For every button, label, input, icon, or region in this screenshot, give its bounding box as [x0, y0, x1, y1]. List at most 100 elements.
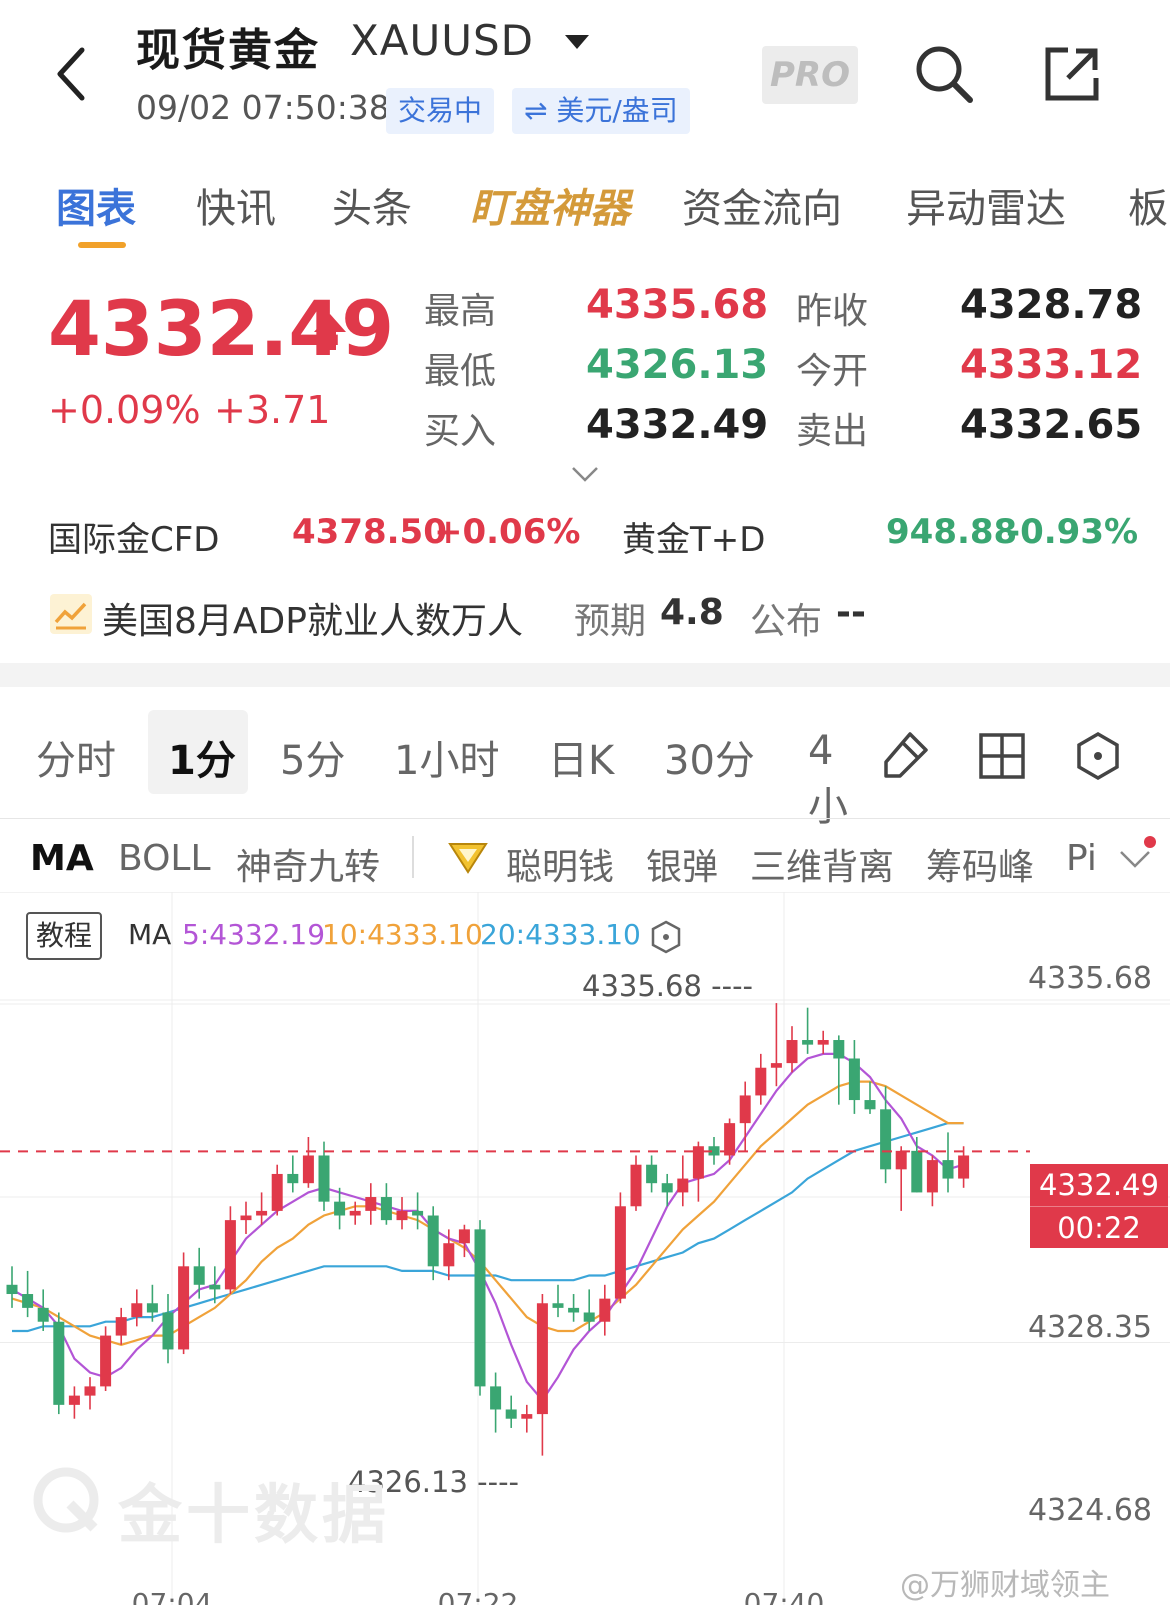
tab-watch-tool[interactable]: 盯盘神器: [470, 176, 630, 234]
period-tab-day[interactable]: 日K: [548, 728, 614, 786]
search-icon[interactable]: [912, 42, 976, 106]
notification-dot: [1144, 836, 1156, 848]
settings-hexagon-icon[interactable]: [1072, 730, 1124, 782]
candle-body: [490, 1386, 502, 1410]
pro-button[interactable]: PRO: [762, 46, 858, 104]
candle-body: [256, 1210, 268, 1216]
candle-body: [37, 1307, 49, 1322]
jin10-watermark: 金十数据: [118, 1479, 390, 1553]
indicator-chip-peak[interactable]: 筹码峰: [926, 838, 1034, 890]
last-price-tag: 4332.49 00:22: [1030, 1164, 1168, 1248]
unit-toggle-badge[interactable]: ⇌ 美元/盎司: [512, 88, 690, 134]
draw-tool-icon[interactable]: [880, 730, 932, 782]
candle-body: [162, 1312, 174, 1350]
candle-body: [193, 1266, 205, 1285]
cfd-price: 4378.50: [292, 512, 447, 552]
candle-body: [209, 1284, 221, 1290]
ma5-line: [11, 1052, 964, 1403]
candle-body: [568, 1307, 580, 1313]
x-axis-tick-label: 07:22: [438, 1587, 519, 1605]
last-price-tag-value: 4332.49: [1039, 1168, 1159, 1202]
candle-body: [614, 1206, 626, 1299]
candle-countdown: 00:22: [1030, 1206, 1168, 1249]
prev-close-value: 4328.78: [960, 282, 1143, 328]
tab-anomaly-radar[interactable]: 异动雷达: [906, 176, 1066, 234]
candle-body: [739, 1095, 751, 1124]
indicator-ma[interactable]: MA: [30, 838, 94, 879]
active-tab-indicator: [78, 242, 126, 248]
trend-chart-icon: [50, 594, 92, 634]
period-tab-30m[interactable]: 30分: [664, 728, 755, 786]
change-amount: +3.71: [214, 388, 331, 432]
econ-event-title[interactable]: 美国8月ADP就业人数万人: [102, 592, 523, 644]
publish-label: 公布: [750, 601, 823, 642]
period-tab-timeshare[interactable]: 分时: [36, 728, 116, 786]
candle-body: [427, 1215, 439, 1267]
high-value: 4335.68: [586, 282, 769, 328]
tab-flash-news[interactable]: 快讯: [196, 176, 276, 234]
candle-body: [100, 1335, 112, 1387]
ma-legend-label: MA: [128, 918, 172, 951]
period-tab-1h[interactable]: 1小时: [394, 728, 499, 786]
forecast-value: 4.8: [660, 592, 724, 633]
candle-body: [224, 1220, 236, 1290]
candle-body: [646, 1164, 658, 1184]
smart-money-icon: [448, 843, 488, 874]
candle-body: [146, 1303, 158, 1313]
candle-body: [536, 1303, 548, 1415]
indicator-magic-nine[interactable]: 神奇九转: [236, 838, 380, 890]
indicator-silver-bullet[interactable]: 银弹: [646, 838, 718, 890]
candle-body: [864, 1100, 876, 1110]
indicator-3d-divergence[interactable]: 三维背离: [750, 838, 894, 890]
arrow-up-icon: [314, 314, 346, 350]
candle-body: [474, 1229, 486, 1387]
low-label: 最低: [424, 351, 497, 392]
chevron-down-icon[interactable]: [570, 464, 600, 484]
candle-body: [911, 1150, 923, 1193]
candle-body: [84, 1386, 96, 1396]
back-icon[interactable]: [48, 44, 98, 104]
caret-down-icon[interactable]: [564, 34, 590, 50]
candle-body: [318, 1155, 330, 1202]
candle-body: [412, 1210, 424, 1216]
indicator-smart-money[interactable]: 聪明钱: [506, 838, 614, 890]
high-label: 最高: [424, 291, 497, 332]
y-axis-tick-label: 4324.68: [1028, 1493, 1152, 1528]
candle-body: [521, 1414, 533, 1419]
candle-body: [240, 1215, 252, 1221]
forecast-label: 预期: [574, 601, 647, 642]
prev-close-label: 昨收: [796, 291, 869, 332]
tab-headlines[interactable]: 头条: [332, 176, 412, 234]
candle-body: [552, 1303, 564, 1308]
period-tab-1m[interactable]: 1分: [168, 728, 236, 786]
period-tab-5m[interactable]: 5分: [280, 728, 345, 786]
share-icon[interactable]: [1042, 44, 1102, 104]
page-title: 现货黄金: [136, 25, 320, 76]
candle-body: [848, 1058, 860, 1101]
cfd-label[interactable]: 国际金CFD: [48, 512, 219, 561]
period-tab-4h[interactable]: 4小: [808, 728, 856, 832]
indicator-boll[interactable]: BOLL: [118, 838, 211, 879]
symbol-code[interactable]: XAUUSD: [350, 16, 534, 65]
ma10-value: 10:4333.10: [322, 918, 483, 951]
candle-body: [880, 1109, 892, 1170]
tutorial-button[interactable]: 教程: [26, 912, 103, 960]
candle-body: [958, 1155, 970, 1179]
candle-body: [131, 1303, 143, 1318]
tab-chart[interactable]: 图表: [56, 176, 136, 234]
indicator-pivot[interactable]: Pi: [1066, 838, 1110, 879]
tab-sector[interactable]: 板: [1128, 176, 1170, 234]
ma-settings-icon[interactable]: [650, 920, 682, 954]
candle-body: [68, 1395, 80, 1405]
gold-td-label[interactable]: 黄金T+D: [622, 512, 765, 561]
candle-body: [926, 1160, 938, 1193]
candle-body: [677, 1178, 689, 1193]
trading-status-badge: 交易中: [386, 88, 495, 134]
chevron-down-icon[interactable]: [1118, 848, 1152, 870]
layout-grid-icon[interactable]: [976, 730, 1028, 782]
ask-label: 卖出: [796, 411, 869, 452]
candle-body: [505, 1409, 517, 1419]
quote-timestamp: 09/02 07:50:38: [136, 88, 390, 127]
tab-capital-flow[interactable]: 资金流向: [682, 176, 842, 234]
candle-body: [661, 1183, 673, 1193]
